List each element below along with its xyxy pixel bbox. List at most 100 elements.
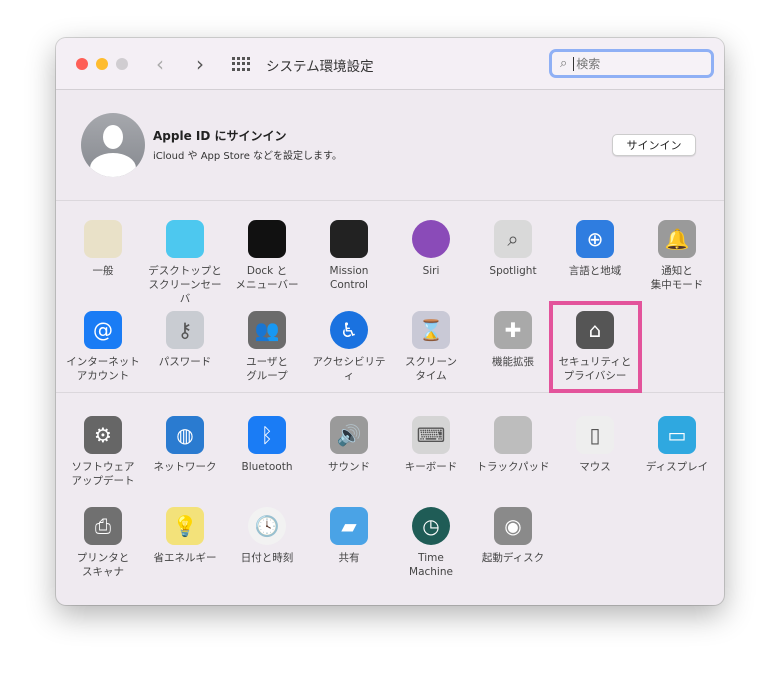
disk-icon: ◉ bbox=[494, 507, 532, 545]
pref-item-time-machine[interactable]: ◷ Time Machine bbox=[390, 507, 472, 579]
window-title: システム環境設定 bbox=[266, 59, 374, 75]
back-button[interactable]: ‹ bbox=[156, 52, 164, 76]
pref-item-at[interactable]: @ インターネット アカウント bbox=[62, 311, 144, 383]
pref-item-label: プリンタと スキャナ bbox=[76, 552, 130, 578]
system-preferences-window: ‹ › システム環境設定 ⌕ Apple ID にサインイン iCloud や … bbox=[56, 38, 724, 605]
pref-item-label: ユーザと グループ bbox=[246, 356, 288, 382]
pref-item-general[interactable]: 一般 bbox=[62, 220, 144, 278]
pref-item-label: Bluetooth bbox=[241, 461, 293, 473]
pref-item-label: インターネット アカウント bbox=[66, 356, 140, 382]
users-icon: 👥 bbox=[248, 311, 286, 349]
keyboard-icon: ⌨ bbox=[412, 416, 450, 454]
gear-icon: ⚙ bbox=[84, 416, 122, 454]
pref-item-printer[interactable]: ⎙ プリンタと スキャナ bbox=[62, 507, 144, 579]
zoom-button[interactable] bbox=[116, 58, 128, 70]
bell-icon: 🔔 bbox=[658, 220, 696, 258]
pref-item-label: Time Machine bbox=[409, 552, 453, 578]
pref-item-mouse[interactable]: ▯ マウス bbox=[554, 416, 636, 474]
pref-item-label: 起動ディスク bbox=[481, 552, 545, 564]
network-globe-icon: ◍ bbox=[166, 416, 204, 454]
mouse-icon: ▯ bbox=[576, 416, 614, 454]
security-highlight-box bbox=[549, 301, 642, 393]
dock-icon bbox=[248, 220, 286, 258]
pref-item-desktop[interactable]: デスクトップと スクリーンセーバ bbox=[144, 220, 226, 306]
globe-flag-icon: ⊕ bbox=[576, 220, 614, 258]
forward-button[interactable]: › bbox=[196, 52, 204, 76]
pref-item-key[interactable]: ⚷ パスワード bbox=[144, 311, 226, 369]
speaker-icon: 🔊 bbox=[330, 416, 368, 454]
at-icon: @ bbox=[84, 311, 122, 349]
pref-item-label: ソフトウェア アップデート bbox=[71, 461, 135, 487]
minimize-button[interactable] bbox=[96, 58, 108, 70]
time-machine-icon: ◷ bbox=[412, 507, 450, 545]
desktop-icon bbox=[166, 220, 204, 258]
pref-item-siri[interactable]: Siri bbox=[390, 220, 472, 278]
pref-item-gear[interactable]: ⚙ ソフトウェア アップデート bbox=[62, 416, 144, 488]
pref-item-network-globe[interactable]: ◍ ネットワーク bbox=[144, 416, 226, 474]
pref-item-spotlight[interactable]: ⌕ Spotlight bbox=[472, 220, 554, 278]
printer-icon: ⎙ bbox=[84, 507, 122, 545]
pref-item-label: 日付と時刻 bbox=[240, 552, 294, 564]
pref-item-label: Siri bbox=[422, 265, 440, 277]
folder-icon: ▰ bbox=[330, 507, 368, 545]
show-all-grid-icon[interactable] bbox=[232, 57, 250, 71]
hourglass-icon: ⌛ bbox=[412, 311, 450, 349]
pref-item-bluetooth[interactable]: ᛒ Bluetooth bbox=[226, 416, 308, 474]
pref-item-label: Spotlight bbox=[489, 265, 537, 277]
pref-item-puzzle[interactable]: ✚ 機能拡張 bbox=[472, 311, 554, 369]
pref-item-label: マウス bbox=[579, 461, 611, 473]
sign-in-button[interactable]: サインイン bbox=[612, 134, 696, 156]
puzzle-icon: ✚ bbox=[494, 311, 532, 349]
pref-item-label: 言語と地域 bbox=[568, 265, 622, 277]
pref-item-lightbulb[interactable]: 💡 省エネルギー bbox=[144, 507, 226, 565]
pref-item-label: スクリーン タイム bbox=[405, 356, 457, 382]
pref-item-disk[interactable]: ◉ 起動ディスク bbox=[472, 507, 554, 565]
pref-item-hourglass[interactable]: ⌛ スクリーン タイム bbox=[390, 311, 472, 383]
pref-item-label: サウンド bbox=[328, 461, 370, 473]
pref-item-bell[interactable]: 🔔 通知と 集中モード bbox=[636, 220, 718, 292]
pref-item-speaker[interactable]: 🔊 サウンド bbox=[308, 416, 390, 474]
pref-item-label: デスクトップと スクリーンセーバ bbox=[148, 265, 222, 305]
mission-control-icon bbox=[330, 220, 368, 258]
lightbulb-icon: 💡 bbox=[166, 507, 204, 545]
spotlight-icon: ⌕ bbox=[494, 220, 532, 258]
pref-item-label: ディスプレイ bbox=[645, 461, 709, 473]
pref-item-clock[interactable]: 🕓 日付と時刻 bbox=[226, 507, 308, 565]
pref-item-label: 機能拡張 bbox=[492, 356, 534, 368]
pref-item-keyboard[interactable]: ⌨ キーボード bbox=[390, 416, 472, 474]
avatar[interactable] bbox=[81, 113, 145, 177]
titlebar: ‹ › システム環境設定 ⌕ bbox=[56, 38, 724, 90]
key-icon: ⚷ bbox=[166, 311, 204, 349]
pref-item-label: 共有 bbox=[338, 552, 360, 564]
trackpad-icon bbox=[494, 416, 532, 454]
siri-icon bbox=[412, 220, 450, 258]
pref-item-label: 一般 bbox=[92, 265, 114, 277]
pref-item-label: キーボード bbox=[404, 461, 458, 473]
pref-item-globe-flag[interactable]: ⊕ 言語と地域 bbox=[554, 220, 636, 278]
general-icon bbox=[84, 220, 122, 258]
search-input[interactable] bbox=[573, 56, 694, 71]
pref-item-users[interactable]: 👥 ユーザと グループ bbox=[226, 311, 308, 383]
search-icon: ⌕ bbox=[560, 56, 568, 71]
clock-icon: 🕓 bbox=[248, 507, 286, 545]
pref-item-label: パスワード bbox=[158, 356, 212, 368]
pref-item-mission-control[interactable]: Mission Control bbox=[308, 220, 390, 292]
apple-id-title: Apple ID にサインイン bbox=[153, 129, 287, 143]
search-field[interactable]: ⌕ bbox=[549, 49, 714, 78]
pref-item-label: ネットワーク bbox=[153, 461, 217, 473]
pref-item-label: 省エネルギー bbox=[153, 552, 217, 564]
pref-item-display[interactable]: ▭ ディスプレイ bbox=[636, 416, 718, 474]
pref-item-label: Dock と メニューバー bbox=[235, 265, 299, 291]
pref-item-label: アクセシビリティ bbox=[312, 356, 386, 382]
preferences-section-2: ⚙ ソフトウェア アップデート ◍ ネットワーク ᛒ Bluetooth 🔊 サウンド ⌨ キーボ… bbox=[56, 394, 724, 605]
pref-item-folder[interactable]: ▰ 共有 bbox=[308, 507, 390, 565]
pref-item-dock[interactable]: Dock と メニューバー bbox=[226, 220, 308, 292]
apple-id-section: Apple ID にサインイン iCloud や App Store などを設定… bbox=[56, 91, 724, 201]
pref-item-label: Mission Control bbox=[329, 265, 369, 291]
close-button[interactable] bbox=[76, 58, 88, 70]
accessibility-icon: ♿ bbox=[330, 311, 368, 349]
pref-item-label: トラックパッド bbox=[476, 461, 550, 473]
pref-item-trackpad[interactable]: トラックパッド bbox=[472, 416, 554, 474]
pref-item-accessibility[interactable]: ♿ アクセシビリティ bbox=[308, 311, 390, 383]
pref-item-label: 通知と 集中モード bbox=[650, 265, 704, 291]
